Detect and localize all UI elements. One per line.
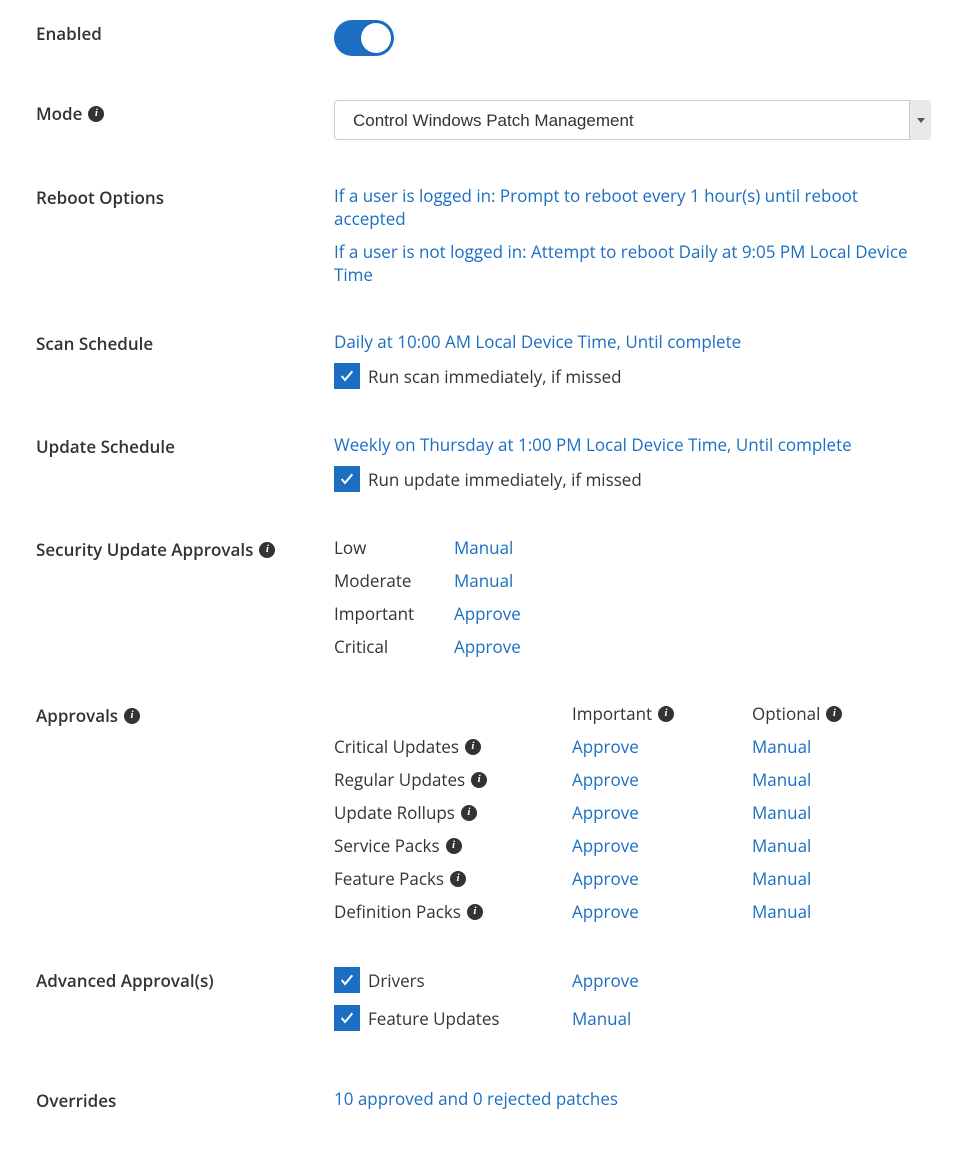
approvals-header-important: Important xyxy=(572,702,652,725)
update-run-if-missed-checkbox[interactable] xyxy=(334,466,360,492)
adv-approval-action-link[interactable]: Approve xyxy=(572,969,752,992)
overrides-label: Overrides xyxy=(36,1089,116,1112)
mode-select[interactable]: Control Windows Patch Management xyxy=(334,100,931,140)
sec-level: Moderate xyxy=(334,569,454,592)
info-icon[interactable]: i xyxy=(826,706,842,722)
approval-optional-link[interactable]: Manual xyxy=(752,867,892,890)
scan-schedule-link[interactable]: Daily at 10:00 AM Local Device Time, Unt… xyxy=(334,330,931,353)
sec-action-link[interactable]: Approve xyxy=(454,602,931,625)
sec-action-link[interactable]: Manual xyxy=(454,569,931,592)
info-icon[interactable]: i xyxy=(259,542,275,558)
update-schedule-link[interactable]: Weekly on Thursday at 1:00 PM Local Devi… xyxy=(334,433,931,456)
approvals-header-optional: Optional xyxy=(752,702,820,725)
reboot-logged-in-link[interactable]: If a user is logged in: Prompt to reboot… xyxy=(334,184,931,230)
info-icon[interactable]: i xyxy=(88,106,104,122)
security-approvals-grid: Low Manual Moderate Manual Important App… xyxy=(334,536,931,658)
info-icon[interactable]: i xyxy=(658,706,674,722)
approval-optional-link[interactable]: Manual xyxy=(752,735,892,758)
scan-schedule-label: Scan Schedule xyxy=(36,332,153,355)
sec-level: Critical xyxy=(334,635,454,658)
approval-optional-link[interactable]: Manual xyxy=(752,801,892,824)
advanced-approvals-label: Advanced Approval(s) xyxy=(36,969,214,992)
adv-approval-checkbox-feature-updates[interactable] xyxy=(334,1005,360,1031)
info-icon[interactable]: i xyxy=(465,739,481,755)
update-run-if-missed-label: Run update immediately, if missed xyxy=(368,468,642,491)
reboot-not-logged-in-link[interactable]: If a user is not logged in: Attempt to r… xyxy=(334,240,931,286)
approvals-label: Approvals xyxy=(36,704,118,727)
approval-important-link[interactable]: Approve xyxy=(572,834,752,857)
approval-row-name: Definition Packs xyxy=(334,900,461,923)
approval-row-name: Critical Updates xyxy=(334,735,459,758)
security-approvals-label: Security Update Approvals xyxy=(36,538,253,561)
sec-action-link[interactable]: Manual xyxy=(454,536,931,559)
info-icon[interactable]: i xyxy=(471,772,487,788)
info-icon[interactable]: i xyxy=(467,904,483,920)
adv-approval-action-link[interactable]: Manual xyxy=(572,1007,752,1030)
sec-level: Low xyxy=(334,536,454,559)
sec-level: Important xyxy=(334,602,454,625)
approval-important-link[interactable]: Approve xyxy=(572,735,752,758)
scan-run-if-missed-checkbox[interactable] xyxy=(334,363,360,389)
approval-row-name: Feature Packs xyxy=(334,867,444,890)
sec-action-link[interactable]: Approve xyxy=(454,635,931,658)
approvals-grid: Important i Optional i Critical Updates i A… xyxy=(334,702,931,923)
approval-optional-link[interactable]: Manual xyxy=(752,768,892,791)
adv-approval-name: Drivers xyxy=(368,969,425,992)
approval-row-name: Update Rollups xyxy=(334,801,455,824)
info-icon[interactable]: i xyxy=(461,805,477,821)
approval-row-name: Regular Updates xyxy=(334,768,465,791)
approval-optional-link[interactable]: Manual xyxy=(752,834,892,857)
info-icon[interactable]: i xyxy=(124,708,140,724)
mode-label: Mode xyxy=(36,102,82,125)
overrides-summary-link[interactable]: 10 approved and 0 rejected patches xyxy=(334,1087,931,1110)
adv-approval-name: Feature Updates xyxy=(368,1007,500,1030)
enabled-toggle[interactable] xyxy=(334,20,394,56)
adv-approval-checkbox-drivers[interactable] xyxy=(334,967,360,993)
reboot-options-label: Reboot Options xyxy=(36,186,164,209)
scan-run-if-missed-label: Run scan immediately, if missed xyxy=(368,365,622,388)
approval-important-link[interactable]: Approve xyxy=(572,768,752,791)
update-schedule-label: Update Schedule xyxy=(36,435,175,458)
approval-optional-link[interactable]: Manual xyxy=(752,900,892,923)
approval-important-link[interactable]: Approve xyxy=(572,867,752,890)
info-icon[interactable]: i xyxy=(450,871,466,887)
info-icon[interactable]: i xyxy=(446,838,462,854)
approval-important-link[interactable]: Approve xyxy=(572,801,752,824)
approval-important-link[interactable]: Approve xyxy=(572,900,752,923)
enabled-label: Enabled xyxy=(36,22,102,45)
approval-row-name: Service Packs xyxy=(334,834,440,857)
